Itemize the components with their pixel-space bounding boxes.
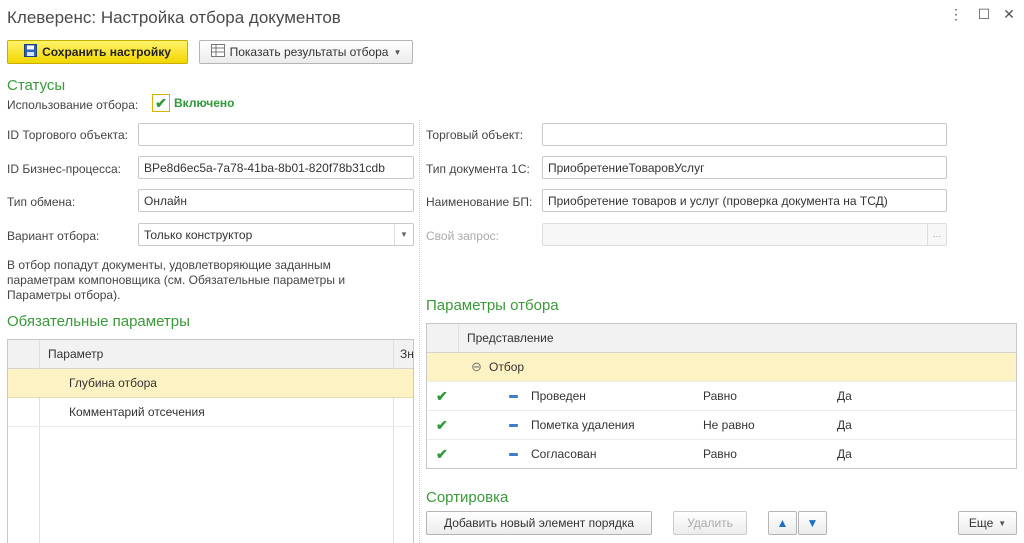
column-header-value[interactable]: Зн bbox=[400, 340, 413, 368]
usage-toggle[interactable]: ✔ Включено bbox=[152, 94, 234, 112]
condition-icon bbox=[509, 382, 518, 410]
usage-checkbox[interactable]: ✔ bbox=[152, 94, 170, 112]
table-row[interactable]: Комментарий отсечения bbox=[8, 398, 413, 427]
move-down-button[interactable]: ▼ bbox=[798, 511, 827, 535]
filter-params-heading: Параметры отбора bbox=[426, 297, 559, 314]
arrow-down-icon: ▼ bbox=[806, 516, 819, 530]
condition-icon bbox=[509, 440, 518, 468]
row-checkbox[interactable]: ✔ bbox=[436, 411, 448, 439]
maximize-icon[interactable]: ☐ bbox=[975, 6, 993, 23]
filter-variant-select[interactable]: Только конструктор ▼ bbox=[138, 223, 414, 246]
own-query-select-button: ... bbox=[927, 224, 946, 245]
show-results-label: Показать результаты отбора bbox=[229, 45, 389, 59]
column-header-parameter[interactable]: Параметр bbox=[48, 340, 103, 368]
own-query-label: Свой запрос: bbox=[426, 229, 499, 243]
table-row[interactable]: ✔ Проведен Равно Да bbox=[427, 382, 1016, 411]
usage-value: Включено bbox=[174, 96, 235, 110]
sorting-heading: Сортировка bbox=[426, 489, 509, 506]
table-row[interactable]: Глубина отбора bbox=[8, 369, 413, 398]
trade-object-input[interactable] bbox=[542, 123, 947, 146]
chevron-down-icon[interactable]: ▼ bbox=[394, 224, 413, 245]
trade-object-id-label: ID Торгового объекта: bbox=[7, 128, 128, 142]
column-separator bbox=[419, 120, 420, 543]
exchange-type-label: Тип обмена: bbox=[7, 195, 76, 209]
bp-id-label: ID Бизнес-процесса: bbox=[7, 162, 121, 176]
filter-variant-value: Только конструктор bbox=[144, 227, 253, 242]
exchange-type-input[interactable]: Онлайн bbox=[138, 189, 414, 212]
statuses-heading: Статусы bbox=[7, 77, 66, 94]
own-query-input: ... bbox=[542, 223, 947, 246]
condition-icon bbox=[509, 411, 518, 439]
column-divider bbox=[458, 324, 459, 352]
table-row[interactable]: ✔ Согласован Равно Да bbox=[427, 440, 1016, 468]
checkmark-icon: ✔ bbox=[436, 388, 448, 404]
row-checkbox[interactable]: ✔ bbox=[436, 440, 448, 468]
table-row[interactable]: ✔ Пометка удаления Не равно Да bbox=[427, 411, 1016, 440]
checkmark-icon: ✔ bbox=[155, 95, 167, 111]
doc-type-label: Тип документа 1С: bbox=[426, 162, 530, 176]
filter-variant-label: Вариант отбора: bbox=[7, 229, 100, 243]
save-settings-label: Сохранить настройку bbox=[42, 45, 171, 59]
add-order-item-button[interactable]: Добавить новый элемент порядка bbox=[426, 511, 652, 535]
floppy-disk-icon bbox=[24, 44, 38, 60]
doc-type-input[interactable]: ПриобретениеТоваровУслуг bbox=[542, 156, 947, 179]
results-table-icon bbox=[210, 44, 225, 60]
more-options-icon[interactable]: ⋮ bbox=[947, 6, 965, 23]
collapse-icon[interactable]: ⊖ bbox=[471, 353, 482, 381]
chevron-down-icon: ▼ bbox=[393, 47, 402, 57]
delete-button[interactable]: Удалить bbox=[673, 511, 747, 535]
column-header-representation[interactable]: Представление bbox=[467, 324, 554, 352]
filter-group-label: Отбор bbox=[489, 360, 525, 374]
filter-group-row[interactable]: ⊖ Отбор bbox=[427, 353, 1016, 382]
required-params-table: Параметр Зн Глубина отбора Комментарий о… bbox=[7, 339, 414, 543]
close-icon[interactable]: ✕ bbox=[1000, 6, 1018, 23]
show-results-button[interactable]: Показать результаты отбора ▼ bbox=[199, 40, 413, 64]
trade-object-id-input[interactable] bbox=[138, 123, 414, 146]
bp-name-label: Наименование БП: bbox=[426, 195, 533, 209]
checkmark-icon: ✔ bbox=[436, 446, 448, 462]
filter-params-table: Представление ⊖ Отбор ✔ Проведен Равно Д… bbox=[426, 323, 1017, 469]
bp-id-input[interactable]: BPe8d6ec5a-7a78-41ba-8b01-820f78b31cdb bbox=[138, 156, 414, 179]
chevron-down-icon: ▼ bbox=[998, 518, 1007, 528]
row-checkbox[interactable]: ✔ bbox=[436, 382, 448, 410]
save-settings-button[interactable]: Сохранить настройку bbox=[7, 40, 188, 64]
bp-name-input[interactable]: Приобретение товаров и услуг (проверка д… bbox=[542, 189, 947, 212]
trade-object-label: Торговый объект: bbox=[426, 128, 524, 142]
info-text: В отбор попадут документы, удовлетворяющ… bbox=[7, 258, 346, 302]
checkmark-icon: ✔ bbox=[436, 417, 448, 433]
required-params-heading: Обязательные параметры bbox=[7, 313, 190, 330]
move-up-button[interactable]: ▲ bbox=[768, 511, 797, 535]
more-button[interactable]: Еще ▼ bbox=[958, 511, 1017, 535]
arrow-up-icon: ▲ bbox=[776, 516, 789, 530]
usage-label: Использование отбора: bbox=[7, 98, 139, 112]
window-title: Клеверенс: Настройка отбора документов bbox=[7, 8, 341, 27]
